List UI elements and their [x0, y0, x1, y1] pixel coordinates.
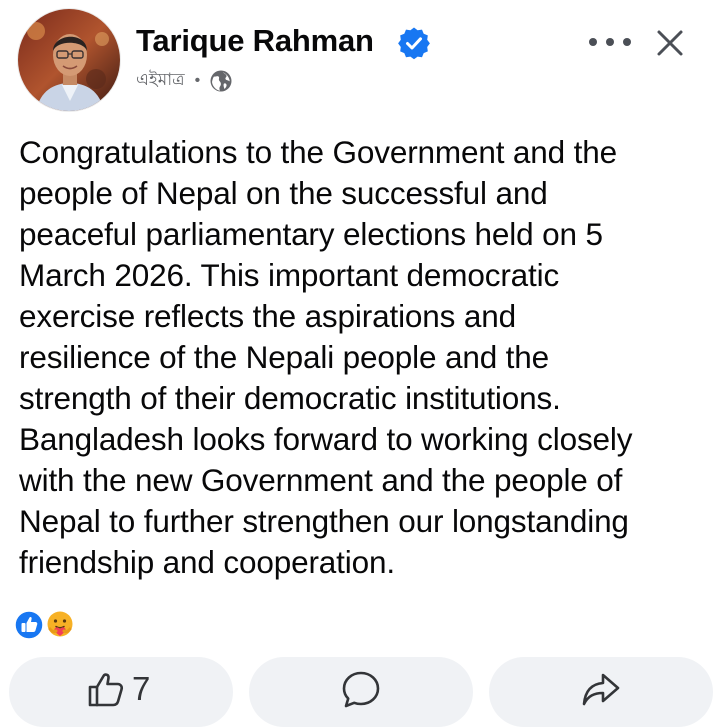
more-options-button[interactable] — [585, 27, 635, 57]
more-dots-icon — [589, 38, 597, 46]
like-button[interactable]: 7 — [9, 657, 233, 727]
thumbs-up-icon — [88, 673, 124, 707]
like-count: 7 — [132, 670, 151, 707]
more-dot — [623, 38, 631, 46]
share-button[interactable] — [489, 657, 713, 727]
comment-icon — [342, 671, 380, 708]
reactions-summary[interactable] — [14, 609, 80, 641]
comment-button[interactable] — [249, 657, 473, 727]
more-dot — [606, 38, 614, 46]
post-time[interactable]: এইমাত্র — [136, 67, 185, 95]
care-reaction-icon — [45, 610, 75, 640]
meta-separator: • — [194, 72, 201, 89]
close-icon[interactable] — [653, 26, 687, 60]
avatar[interactable] — [18, 9, 120, 111]
verified-badge-icon — [398, 27, 430, 60]
like-reaction-icon — [14, 610, 44, 640]
post-text: Congratulations to the Government and th… — [19, 134, 633, 580]
share-icon — [582, 673, 620, 706]
profile-photo — [18, 9, 120, 111]
author-name[interactable]: Tarique Rahman — [136, 21, 374, 61]
globe-icon[interactable] — [209, 69, 233, 93]
post-meta: এইমাত্র • — [136, 67, 233, 95]
